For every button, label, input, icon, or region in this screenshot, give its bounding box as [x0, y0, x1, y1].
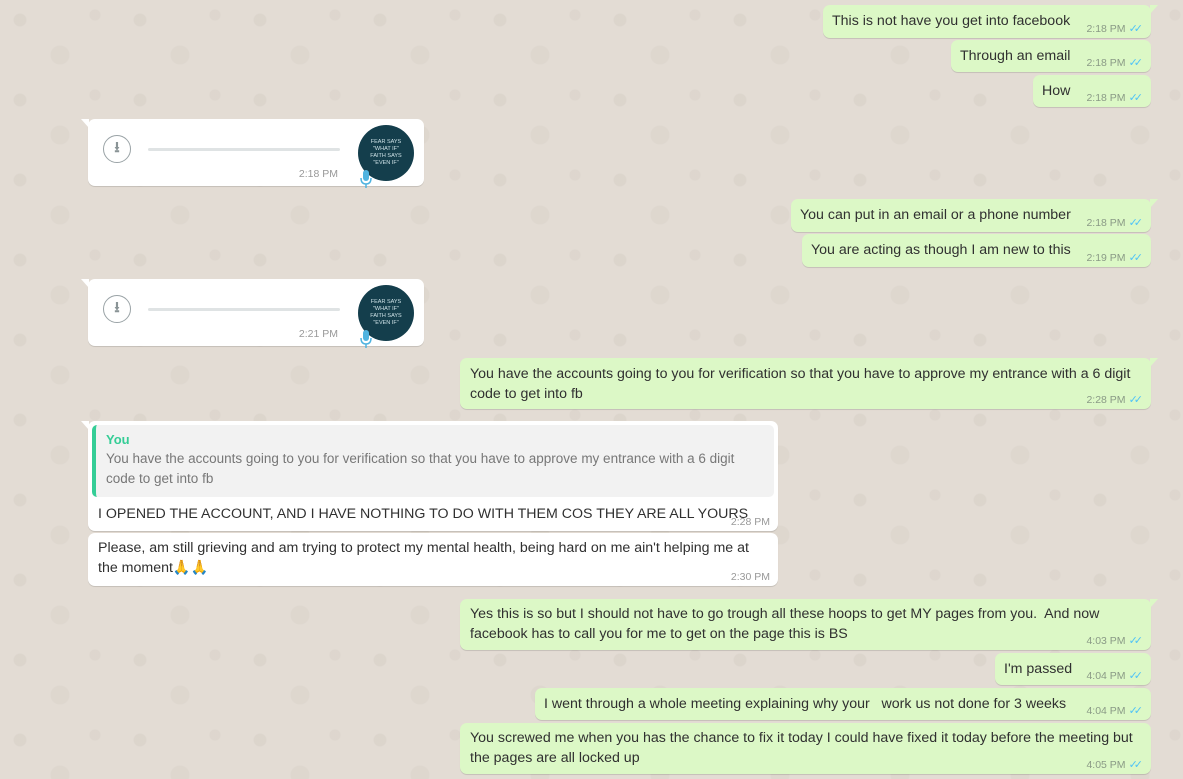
- read-ticks-icon: ✓✓: [1128, 759, 1144, 771]
- outgoing-message[interactable]: I went through a whole meeting explainin…: [535, 688, 1151, 720]
- message-meta: 4:05 PM ✓✓: [1086, 758, 1144, 772]
- read-ticks-icon: ✓✓: [1128, 252, 1144, 264]
- incoming-voice-message[interactable]: ⭳ FEAR SAYS "WHAT IF" FAITH SAYS "EVEN I…: [81, 279, 424, 348]
- voice-sender-avatar: FEAR SAYS "WHAT IF" FAITH SAYS "EVEN IF": [358, 125, 414, 188]
- message-meta: 2:18 PM ✓✓: [1086, 91, 1144, 105]
- voice-progress-track[interactable]: [148, 148, 340, 151]
- message-time: 2:28 PM: [1086, 393, 1126, 406]
- message-time: 2:18 PM: [1086, 22, 1126, 35]
- message-time: 2:18 PM: [1086, 56, 1126, 69]
- message-time: 2:21 PM: [298, 328, 338, 340]
- read-ticks-icon: ✓✓: [1128, 57, 1144, 69]
- avatar-text: FEAR SAYS "WHAT IF" FAITH SAYS "EVEN IF": [370, 139, 402, 166]
- outgoing-message[interactable]: How 2:18 PM ✓✓: [1033, 75, 1151, 107]
- message-time: 4:04 PM: [1086, 669, 1126, 682]
- message-time: 2:19 PM: [1086, 251, 1126, 264]
- message-text: I'm passed: [1004, 661, 1073, 677]
- message-time: 2:18 PM: [1086, 216, 1126, 229]
- message-text: This is not have you get into facebook: [832, 13, 1071, 29]
- read-ticks-icon: ✓✓: [1128, 635, 1144, 647]
- message-meta: 2:18 PM ✓✓: [1086, 22, 1144, 36]
- message-text: Please, am still grieving and am trying …: [98, 540, 753, 576]
- voice-progress-track[interactable]: [148, 308, 340, 311]
- message-meta: 4:04 PM ✓✓: [1086, 704, 1144, 718]
- read-ticks-icon: ✓✓: [1128, 394, 1144, 406]
- message-time: 2:18 PM: [298, 168, 338, 180]
- message-meta: 2:30 PM: [731, 571, 770, 583]
- message-time: 2:18 PM: [1086, 91, 1126, 104]
- message-text: I went through a whole meeting explainin…: [544, 696, 1067, 712]
- quote-author: You: [106, 432, 130, 447]
- message-text: You screwed me when you has the chance t…: [470, 730, 1137, 766]
- read-ticks-icon: ✓✓: [1128, 670, 1144, 682]
- outgoing-message[interactable]: You have the accounts going to you for v…: [460, 358, 1158, 409]
- read-ticks-icon: ✓✓: [1128, 92, 1144, 104]
- read-ticks-icon: ✓✓: [1128, 705, 1144, 717]
- message-text: I OPENED THE ACCOUNT, AND I HAVE NOTHING…: [98, 506, 749, 522]
- message-time: 2:28 PM: [730, 516, 770, 528]
- incoming-voice-message[interactable]: ⭳ FEAR SAYS "WHAT IF" FAITH SAYS "EVEN I…: [81, 119, 424, 188]
- outgoing-message[interactable]: Yes this is so but I should not have to …: [460, 599, 1158, 650]
- microphone-icon: [360, 170, 372, 188]
- message-meta: 2:28 PM: [731, 516, 770, 528]
- message-text: How: [1042, 83, 1071, 99]
- avatar-text: FEAR SAYS "WHAT IF" FAITH SAYS "EVEN IF": [370, 299, 402, 326]
- download-icon[interactable]: ⭳: [103, 295, 131, 323]
- incoming-reply-message[interactable]: You You have the accounts going to you f…: [81, 421, 778, 531]
- message-meta: 4:03 PM ✓✓: [1086, 634, 1144, 648]
- message-meta: 4:04 PM ✓✓: [1086, 669, 1144, 683]
- read-ticks-icon: ✓✓: [1128, 217, 1144, 229]
- outgoing-message[interactable]: You can put in an email or a phone numbe…: [791, 199, 1158, 232]
- message-time: 2:30 PM: [730, 571, 770, 583]
- message-time: 4:03 PM: [1086, 634, 1126, 647]
- message-text: Yes this is so but I should not have to …: [470, 606, 1104, 642]
- message-time: 4:05 PM: [1086, 758, 1126, 771]
- message-meta: 2:21 PM: [299, 328, 338, 340]
- read-ticks-icon: ✓✓: [1128, 23, 1144, 35]
- message-meta: 2:19 PM ✓✓: [1086, 251, 1144, 265]
- message-meta: 2:28 PM ✓✓: [1086, 393, 1144, 407]
- message-text: You can put in an email or a phone numbe…: [800, 207, 1071, 223]
- quote-text: You have the accounts going to you for v…: [106, 451, 735, 486]
- download-icon[interactable]: ⭳: [103, 135, 131, 163]
- outgoing-message[interactable]: I'm passed 4:04 PM ✓✓: [995, 653, 1151, 685]
- message-text: You are acting as though I am new to thi…: [811, 242, 1071, 258]
- message-meta: 2:18 PM ✓✓: [1086, 216, 1144, 230]
- voice-sender-avatar: FEAR SAYS "WHAT IF" FAITH SAYS "EVEN IF": [358, 285, 414, 348]
- outgoing-message[interactable]: Through an email 2:18 PM ✓✓: [951, 40, 1151, 72]
- message-meta: 2:18 PM: [299, 168, 338, 180]
- outgoing-message[interactable]: You screwed me when you has the chance t…: [460, 723, 1151, 774]
- quoted-message[interactable]: You You have the accounts going to you f…: [92, 425, 774, 497]
- incoming-message[interactable]: Please, am still grieving and am trying …: [88, 533, 778, 586]
- microphone-icon: [360, 330, 372, 348]
- message-text: You have the accounts going to you for v…: [470, 366, 1135, 402]
- outgoing-message[interactable]: This is not have you get into facebook 2…: [823, 5, 1158, 38]
- outgoing-message[interactable]: You are acting as though I am new to thi…: [802, 234, 1151, 267]
- message-text: Through an email: [960, 48, 1071, 64]
- message-meta: 2:18 PM ✓✓: [1086, 56, 1144, 70]
- message-time: 4:04 PM: [1086, 704, 1126, 717]
